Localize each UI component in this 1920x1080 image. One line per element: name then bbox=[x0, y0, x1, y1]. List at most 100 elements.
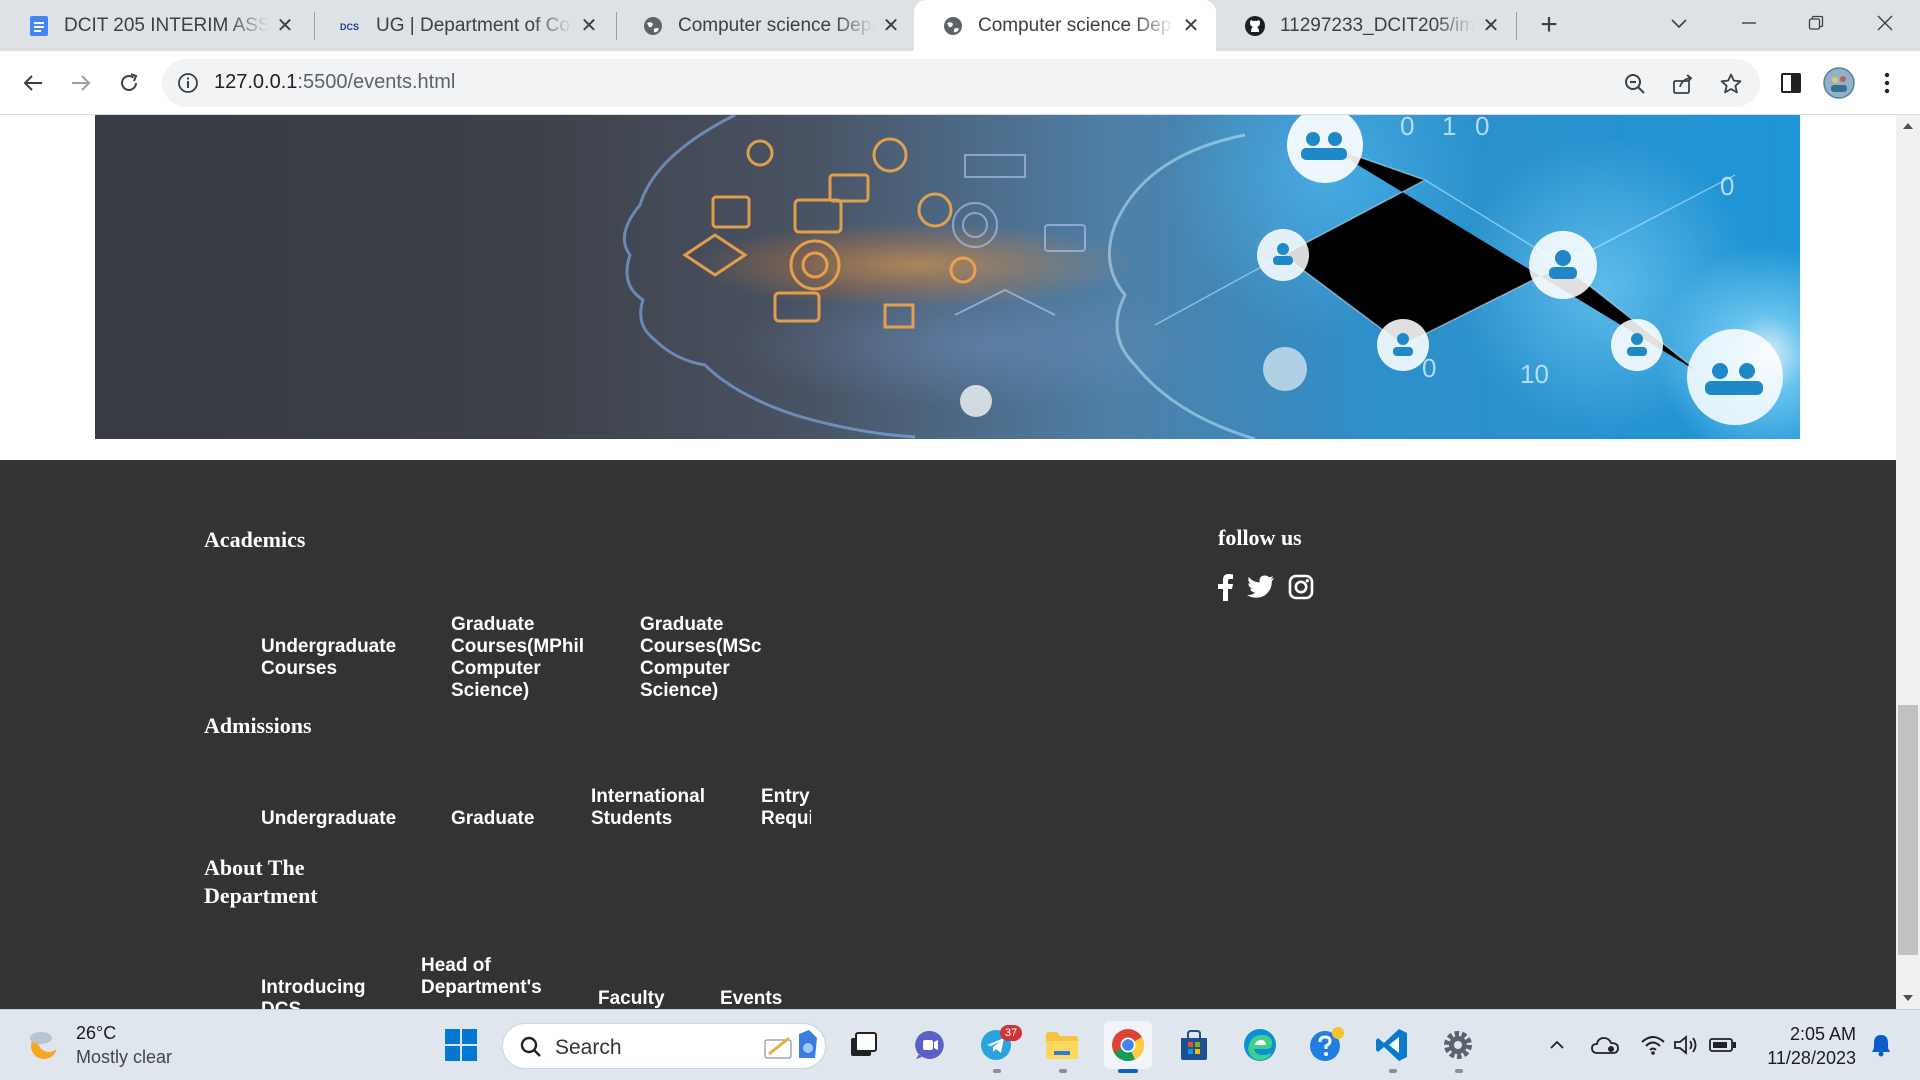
tab-search-button[interactable] bbox=[1650, 0, 1708, 46]
onedrive-icon[interactable] bbox=[1590, 1030, 1620, 1060]
share-icon[interactable] bbox=[1670, 71, 1696, 97]
arrow-right-icon bbox=[72, 75, 91, 91]
tab-title: Computer science Department bbox=[678, 14, 874, 36]
teams-chat-button[interactable] bbox=[906, 1021, 954, 1069]
scrollbar-thumb[interactable] bbox=[1898, 705, 1918, 955]
svg-text:0: 0 bbox=[1422, 353, 1436, 383]
browser-tab-active[interactable]: Computer science Department ✕ bbox=[914, 0, 1216, 51]
weather-temperature[interactable]: 26°C bbox=[76, 1023, 116, 1044]
notification-bell-icon[interactable] bbox=[1866, 1030, 1896, 1060]
twitter-icon[interactable] bbox=[1246, 572, 1276, 602]
show-hidden-icons-button[interactable] bbox=[1542, 1030, 1572, 1060]
site-footer: Academics Undergraduate Courses Graduate… bbox=[0, 460, 1896, 1009]
browser-tab[interactable]: DCIT 205 INTERIM ASSESSMENT ✕ bbox=[0, 0, 310, 51]
search-icon bbox=[520, 1036, 541, 1057]
search-placeholder: Search bbox=[555, 1036, 622, 1059]
chrome-taskbar-button[interactable] bbox=[1104, 1021, 1152, 1069]
footer-link-undergraduate[interactable]: Undergraduate bbox=[261, 808, 396, 830]
footer-link-events[interactable]: Events bbox=[720, 988, 782, 1009]
new-tab-button[interactable]: + bbox=[1530, 6, 1568, 44]
browser-tab[interactable]: Computer science Department ✕ bbox=[614, 0, 916, 51]
footer-link-graduate[interactable]: Graduate bbox=[451, 808, 534, 830]
task-view-button[interactable] bbox=[840, 1021, 888, 1069]
tab-close-icon[interactable]: ✕ bbox=[880, 13, 902, 38]
windows-taskbar: 26°C Mostly clear Search 37 2:05 AM 11/2… bbox=[0, 1009, 1920, 1080]
weather-description[interactable]: Mostly clear bbox=[76, 1047, 172, 1068]
microsoft-store-button[interactable] bbox=[1170, 1021, 1218, 1069]
footer-heading-follow: follow us bbox=[1218, 525, 1302, 550]
side-panel-icon bbox=[1781, 73, 1801, 93]
task-view-icon bbox=[851, 1032, 877, 1056]
site-info-icon[interactable] bbox=[176, 71, 200, 95]
scroll-up-arrow[interactable] bbox=[1900, 118, 1916, 134]
zoom-icon[interactable] bbox=[1622, 71, 1648, 97]
clock-time[interactable]: 2:05 AM bbox=[1790, 1024, 1856, 1045]
edge-button[interactable] bbox=[1236, 1021, 1284, 1069]
start-button[interactable] bbox=[437, 1021, 485, 1069]
volume-icon[interactable] bbox=[1672, 1030, 1702, 1060]
chrome-icon bbox=[1112, 1029, 1145, 1062]
network-node bbox=[1257, 229, 1309, 281]
network-node bbox=[1687, 329, 1783, 425]
footer-link-head-of-department[interactable]: Head of Department's bbox=[421, 955, 551, 999]
gear-icon bbox=[1444, 1031, 1472, 1059]
taskbar-search-box[interactable]: Search bbox=[502, 1023, 826, 1069]
restore-button[interactable] bbox=[1787, 0, 1845, 46]
dcs-logo-icon: DCS bbox=[340, 15, 362, 37]
page-viewport: 010 0 0 10 Academics Undergraduate Course… bbox=[0, 115, 1896, 1009]
folder-icon bbox=[1046, 1032, 1078, 1059]
weather-moon-cloud-icon[interactable] bbox=[26, 1026, 62, 1062]
vscode-button[interactable] bbox=[1368, 1021, 1416, 1069]
facebook-icon[interactable] bbox=[1210, 572, 1240, 602]
store-icon bbox=[1181, 1030, 1207, 1060]
telegram-button[interactable]: 37 bbox=[972, 1021, 1022, 1069]
minimize-icon bbox=[1742, 22, 1756, 24]
tab-title: Computer science Department bbox=[978, 14, 1174, 36]
tab-close-icon[interactable]: ✕ bbox=[1480, 13, 1502, 38]
ai-head-illustration: 010 0 0 10 bbox=[622, 115, 1783, 439]
svg-text:0: 0 bbox=[1400, 115, 1414, 141]
profile-avatar[interactable] bbox=[1822, 66, 1856, 100]
footer-link-entry-requirements[interactable]: Entry Requirements bbox=[761, 786, 811, 830]
reload-button[interactable] bbox=[108, 62, 150, 104]
footer-link-faculty[interactable]: Faculty bbox=[598, 988, 665, 1009]
tab-close-icon[interactable]: ✕ bbox=[578, 13, 600, 38]
tab-title: UG | Department of Computer Science bbox=[376, 14, 572, 36]
settings-button[interactable] bbox=[1434, 1021, 1482, 1069]
file-explorer-button[interactable] bbox=[1038, 1021, 1086, 1069]
svg-text:0: 0 bbox=[1720, 171, 1734, 201]
footer-link-international-students[interactable]: International Students bbox=[591, 786, 716, 830]
footer-link-graduate-mphil[interactable]: Graduate Courses(MPhil Computer Science) bbox=[451, 614, 601, 702]
wifi-icon[interactable] bbox=[1638, 1030, 1668, 1060]
footer-link-undergraduate-courses[interactable]: Undergraduate Courses bbox=[261, 636, 411, 680]
get-help-button[interactable] bbox=[1302, 1021, 1350, 1069]
footer-link-introducing-dcs[interactable]: Introducing DCS bbox=[261, 977, 381, 1009]
chrome-menu-button[interactable] bbox=[1870, 66, 1904, 100]
tab-close-icon[interactable]: ✕ bbox=[1180, 13, 1202, 38]
browser-tab[interactable]: 11297233_DCIT205/images ✕ bbox=[1216, 0, 1516, 51]
network-node bbox=[1287, 115, 1363, 183]
bookmark-star-icon[interactable] bbox=[1718, 71, 1744, 97]
arrow-left-icon bbox=[23, 75, 42, 91]
search-highlight-icon bbox=[764, 1030, 817, 1059]
side-panel-button[interactable] bbox=[1774, 66, 1808, 100]
browser-toolbar: 127.0.0.1:5500/events.html bbox=[0, 51, 1920, 115]
clock-date[interactable]: 11/28/2023 bbox=[1767, 1048, 1856, 1069]
tab-close-icon[interactable]: ✕ bbox=[274, 13, 296, 38]
minimize-button[interactable] bbox=[1720, 0, 1778, 46]
hero-banner-image: 010 0 0 10 bbox=[95, 115, 1800, 439]
globe-icon bbox=[642, 15, 664, 37]
browser-tab[interactable]: DCS UG | Department of Computer Science … bbox=[312, 0, 614, 51]
svg-text:DCS: DCS bbox=[340, 22, 359, 32]
running-indicator bbox=[1059, 1069, 1067, 1073]
battery-icon[interactable] bbox=[1708, 1030, 1738, 1060]
address-bar[interactable]: 127.0.0.1:5500/events.html bbox=[162, 59, 1760, 107]
url-text: 127.0.0.1:5500/events.html bbox=[214, 71, 455, 94]
back-button[interactable] bbox=[12, 62, 54, 104]
footer-link-graduate-msc[interactable]: Graduate Courses(MSc Computer Science) bbox=[640, 614, 782, 702]
scroll-down-arrow[interactable] bbox=[1900, 990, 1916, 1006]
forward-button[interactable] bbox=[60, 62, 102, 104]
tab-strip: DCIT 205 INTERIM ASSESSMENT ✕ DCS UG | D… bbox=[0, 0, 1920, 51]
instagram-icon[interactable] bbox=[1286, 572, 1316, 602]
close-window-button[interactable] bbox=[1856, 0, 1914, 46]
